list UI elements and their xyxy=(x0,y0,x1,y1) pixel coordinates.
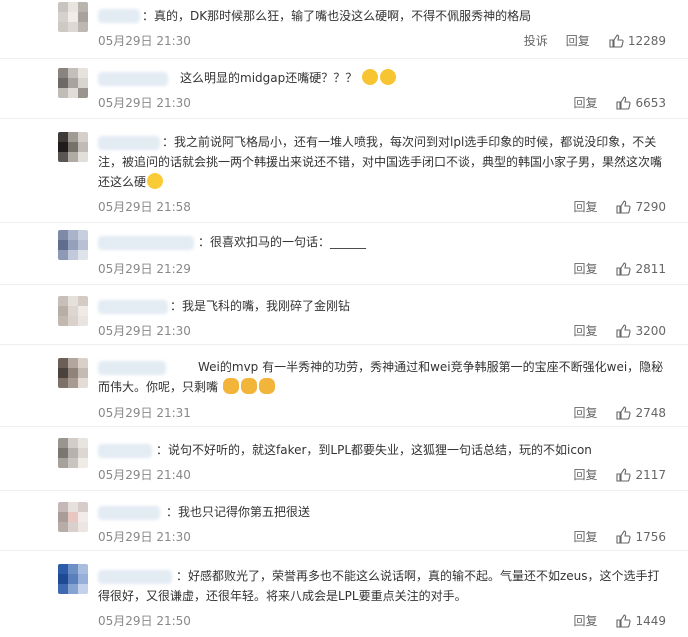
thumbs-up-icon xyxy=(616,96,632,110)
like-button[interactable]: 2117 xyxy=(615,467,666,483)
reply-button[interactable]: 回复 xyxy=(573,322,597,339)
comment-item: 这么明显的midgap还嘴硬？？？ 05月29日 21:30 回复 6653 xyxy=(0,58,688,119)
comment-text: ：我是飞科的嘴，我刚碎了金刚钻 xyxy=(170,299,351,313)
like-button[interactable]: 2748 xyxy=(615,405,666,421)
avatar[interactable] xyxy=(58,132,88,162)
reply-button[interactable]: 回复 xyxy=(573,528,597,545)
cat-emoji-icon xyxy=(222,378,239,394)
comment-actions: 回复 2748 xyxy=(555,404,666,421)
comment-time: 05月29日 21:58 xyxy=(98,200,191,214)
comment-time: 05月29日 21:31 xyxy=(98,406,191,420)
avatar[interactable] xyxy=(58,68,88,98)
comment-item: ：说句不好听的，就这faker，到LPL都要失业，这狐狸一句话总结，玩的不如ic… xyxy=(0,426,688,491)
avatar[interactable] xyxy=(58,230,88,260)
thumbs-up-icon xyxy=(616,200,632,214)
comment-text: ：我也只记得你第五把很送 xyxy=(166,505,311,519)
like-button[interactable]: 12289 xyxy=(608,33,666,49)
like-button[interactable]: 1756 xyxy=(615,529,666,545)
avatar[interactable] xyxy=(58,502,88,532)
thumbs-up-icon xyxy=(616,614,632,628)
avatar[interactable] xyxy=(58,438,88,468)
comment-actions: 回复 1449 xyxy=(555,612,666,629)
username[interactable] xyxy=(98,506,160,520)
thumbs-up-icon xyxy=(616,530,632,544)
username[interactable] xyxy=(98,444,152,458)
like-button[interactable]: 7290 xyxy=(615,199,666,215)
reply-button[interactable]: 回复 xyxy=(566,32,590,49)
comment-item: ：好感都败光了，荣誉再多也不能这么说话啊，真的输不起。气量还不如zeus，这个选… xyxy=(0,550,688,637)
comment-time: 05月29日 21:30 xyxy=(98,96,191,110)
thumbs-up-icon xyxy=(609,34,624,48)
reply-button[interactable]: 回复 xyxy=(573,466,597,483)
comment-text: Wei的mvp 有一半秀神的功劳，秀神通过和wei竞争韩服第一的宝座不断强化we… xyxy=(98,357,666,397)
sweat-emoji-icon xyxy=(380,69,397,85)
comment-text: ：很喜欢扣马的一句话：______ xyxy=(198,235,367,249)
username[interactable] xyxy=(98,236,194,250)
like-count: 2811 xyxy=(635,261,666,276)
avatar[interactable] xyxy=(58,358,88,388)
comment-text: ：说句不好听的，就这faker，到LPL都要失业，这狐狸一句话总结，玩的不如ic… xyxy=(156,443,592,457)
comment-text: ：好感都败光了，荣誉再多也不能这么说话啊，真的输不起。气量还不如zeus，这个选… xyxy=(98,569,660,603)
like-button[interactable]: 6653 xyxy=(615,95,666,111)
comment-item: ：我是飞科的嘴，我刚碎了金刚钻 05月29日 21:30 回复 3200 xyxy=(0,284,688,345)
like-count: 1756 xyxy=(635,529,666,544)
like-count: 2117 xyxy=(635,467,666,482)
comment-actions: 回复 7290 xyxy=(555,198,666,215)
comment-actions: 回复 2811 xyxy=(555,260,666,277)
reply-button[interactable]: 回复 xyxy=(573,260,597,277)
like-button[interactable]: 1449 xyxy=(615,613,666,629)
comment-item: ：真的，DK那时候那么狂，输了嘴也没这么硬啊，不得不佩服秀神的格局 05月29日… xyxy=(0,0,688,59)
thumbs-up-icon xyxy=(616,468,632,482)
reply-button[interactable]: 回复 xyxy=(573,94,597,111)
comment-time: 05月29日 21:50 xyxy=(98,614,191,628)
comment-actions: 投诉 回复 12289 xyxy=(506,32,666,49)
sweat-emoji-icon xyxy=(362,69,379,85)
comment-actions: 回复 6653 xyxy=(555,94,666,111)
username[interactable] xyxy=(98,9,140,23)
like-count: 3200 xyxy=(635,323,666,338)
like-count: 2748 xyxy=(635,405,666,420)
like-button[interactable]: 2811 xyxy=(615,261,666,277)
comment-text-content: Wei的mvp 有一半秀神的功劳，秀神通过和wei竞争韩服第一的宝座不断强化we… xyxy=(98,360,664,394)
comment-text: 这么明显的midgap还嘴硬？？？ xyxy=(180,68,666,88)
cat-emoji-icon xyxy=(240,378,257,394)
comment-time: 05月29日 21:30 xyxy=(98,324,191,338)
comment-text-content: ：我之前说阿飞格局小，还有一堆人喷我，每次问到对lpl选手印象的时候，都说没印象… xyxy=(98,135,663,189)
thumbs-up-icon xyxy=(616,262,632,276)
comment-time: 05月29日 21:29 xyxy=(98,262,191,276)
reply-button[interactable]: 回复 xyxy=(573,612,597,629)
like-count: 12289 xyxy=(627,33,666,48)
like-count: 6653 xyxy=(635,95,666,110)
avatar[interactable] xyxy=(58,2,88,32)
comment-text-content: 这么明显的midgap还嘴硬？？？ xyxy=(180,71,358,85)
like-count: 7290 xyxy=(635,199,666,214)
thumbs-up-icon xyxy=(616,324,632,338)
comment-item: Wei的mvp 有一半秀神的功劳，秀神通过和wei竞争韩服第一的宝座不断强化we… xyxy=(0,344,688,427)
comment-actions: 回复 3200 xyxy=(555,322,666,339)
like-button[interactable]: 3200 xyxy=(615,323,666,339)
reply-button[interactable]: 回复 xyxy=(573,198,597,215)
comment-item: ：我之前说阿飞格局小，还有一堆人喷我，每次问到对lpl选手印象的时候，都说没印象… xyxy=(0,118,688,223)
username[interactable] xyxy=(98,300,168,314)
comment-text: ：真的，DK那时候那么狂，输了嘴也没这么硬啊，不得不佩服秀神的格局 xyxy=(142,9,532,23)
comment-actions: 回复 1756 xyxy=(555,528,666,545)
like-count: 1449 xyxy=(635,613,666,628)
comment-item: ：我也只记得你第五把很送 05月29日 21:30 回复 1756 xyxy=(0,490,688,551)
reply-button[interactable]: 回复 xyxy=(573,404,597,421)
username[interactable] xyxy=(98,72,168,86)
thumbs-up-icon xyxy=(616,406,632,420)
report-button[interactable]: 投诉 xyxy=(524,32,548,49)
comment-text: ：我之前说阿飞格局小，还有一堆人喷我，每次问到对lpl选手印象的时候，都说没印象… xyxy=(98,132,666,192)
comment-time: 05月29日 21:30 xyxy=(98,530,191,544)
comment-time: 05月29日 21:30 xyxy=(98,34,191,48)
cat-emoji-icon xyxy=(258,378,275,394)
comment-time: 05月29日 21:40 xyxy=(98,468,191,482)
avatar[interactable] xyxy=(58,296,88,326)
smile-emoji-icon xyxy=(147,173,164,189)
avatar[interactable] xyxy=(58,564,88,594)
comment-item: ：很喜欢扣马的一句话：______ 05月29日 21:29 回复 2811 xyxy=(0,222,688,285)
comment-actions: 回复 2117 xyxy=(555,466,666,483)
